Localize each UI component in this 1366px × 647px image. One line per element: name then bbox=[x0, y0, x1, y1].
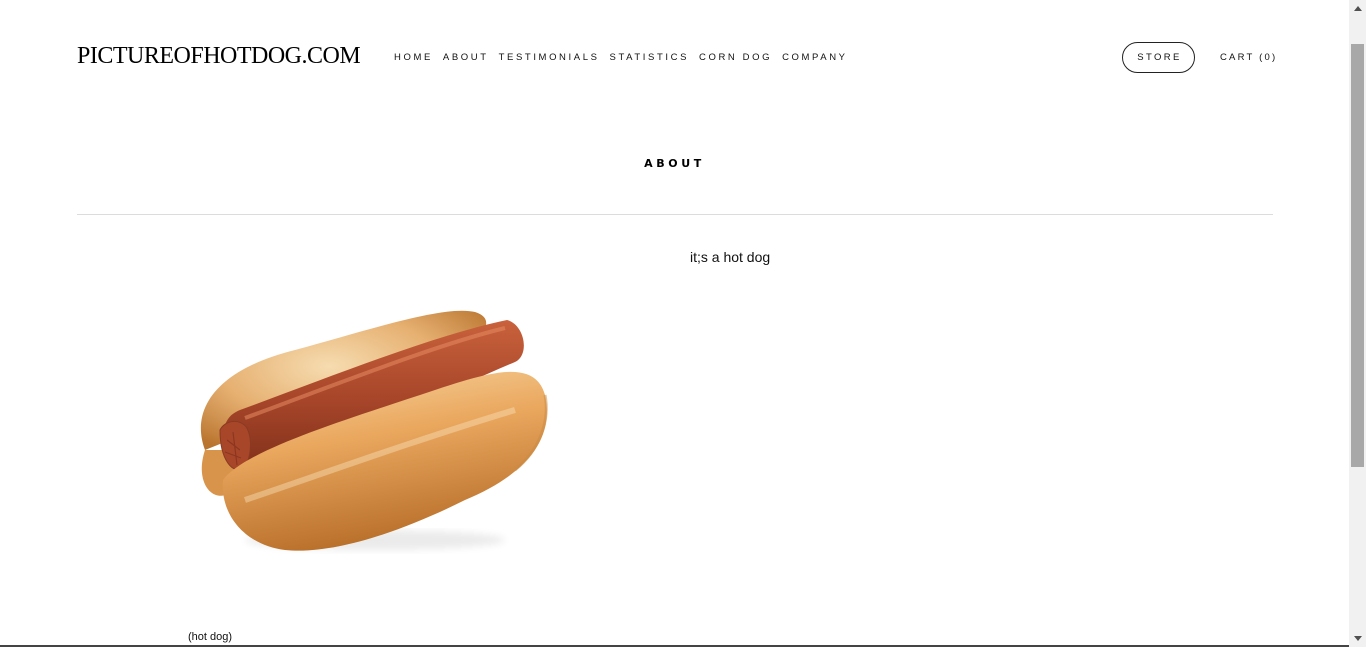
vertical-scrollbar[interactable] bbox=[1349, 0, 1366, 647]
nav-home[interactable]: HOME bbox=[394, 52, 433, 63]
nav-about[interactable]: ABOUT bbox=[443, 52, 489, 63]
about-text: it;s a hot dog bbox=[690, 249, 771, 265]
page-title: ABOUT bbox=[644, 157, 705, 170]
nav-corn-dog[interactable]: CORN DOG bbox=[699, 52, 772, 63]
page: PICTUREOFHOTDOG.COM HOME ABOUT TESTIMONI… bbox=[0, 0, 1349, 647]
site-logo[interactable]: PICTUREOFHOTDOG.COM bbox=[77, 43, 361, 70]
cart-link[interactable]: CART (0) bbox=[1220, 52, 1277, 63]
nav-company[interactable]: COMPANY bbox=[782, 52, 848, 63]
nav-statistics[interactable]: STATISTICS bbox=[610, 52, 689, 63]
scroll-up-arrow-icon[interactable] bbox=[1349, 0, 1366, 17]
image-caption: (hot dog) bbox=[188, 631, 233, 643]
divider bbox=[77, 214, 1273, 215]
hot-dog-image bbox=[185, 300, 555, 565]
nav-testimonials[interactable]: TESTIMONIALS bbox=[499, 52, 600, 63]
scroll-down-arrow-icon[interactable] bbox=[1349, 630, 1366, 647]
main-nav: HOME ABOUT TESTIMONIALS STATISTICS CORN … bbox=[394, 52, 858, 63]
scrollbar-thumb[interactable] bbox=[1351, 44, 1364, 467]
store-button[interactable]: STORE bbox=[1122, 42, 1195, 73]
